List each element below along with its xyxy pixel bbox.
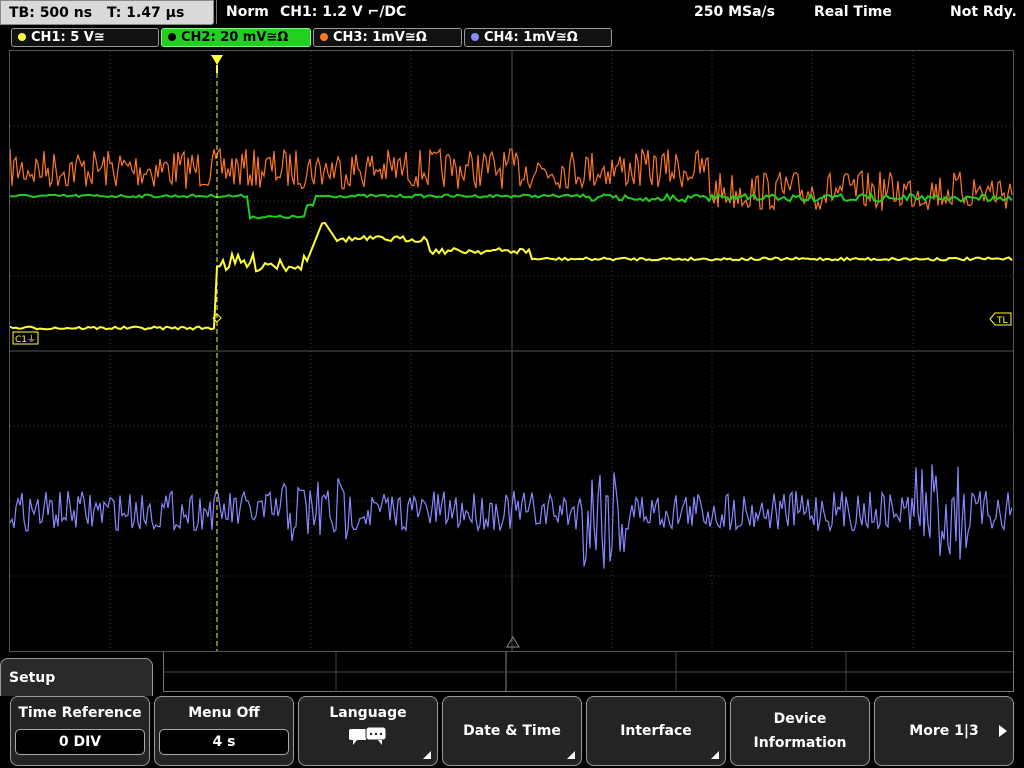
ch3-label: CH3: 1mV≅Ω	[333, 30, 427, 45]
menu-off-label: Menu Off	[188, 705, 260, 721]
interface-softkey[interactable]: Interface	[586, 696, 726, 766]
sample-rate: 250 MSa/s	[694, 4, 776, 20]
time-offset-readout: T: 1.47 µs	[106, 5, 185, 21]
channel-tab-ch4[interactable]: CH4: 1mV≅Ω	[464, 28, 612, 47]
menu-off-value: 4 s	[159, 729, 289, 755]
graticule-grid	[10, 51, 1013, 651]
mini-panel-grid	[164, 652, 1015, 692]
menu-title: Setup	[9, 670, 56, 686]
more-label: More 1|3	[909, 723, 979, 739]
acquisition-mode: Real Time	[814, 4, 892, 20]
menu-title-tab[interactable]: Setup	[0, 658, 153, 698]
language-label: Language	[329, 705, 407, 721]
channel-tab-ch3[interactable]: CH3: 1mV≅Ω	[313, 28, 462, 47]
status-bar: TB: 500 ns T: 1.47 µs Norm CH1: 1.2 V ⌐/…	[0, 0, 1024, 26]
ch4-label: CH4: 1mV≅Ω	[484, 30, 578, 45]
time-reference-softkey[interactable]: Time Reference 0 DIV	[10, 696, 150, 766]
waveform-display[interactable]: C1⏚ TL	[9, 50, 1014, 652]
ch1-ground-label: C1⏚	[15, 334, 36, 345]
submenu-indicator-icon	[567, 751, 575, 759]
trigger-mode: Norm	[226, 4, 269, 20]
menu-off-softkey[interactable]: Menu Off 4 s	[154, 696, 294, 766]
date-time-softkey[interactable]: Date & Time	[442, 696, 582, 766]
device-info-label-2: Information	[753, 735, 847, 751]
timebase-box[interactable]: TB: 500 ns T: 1.47 µs	[0, 0, 214, 25]
trigger-level-label: TL	[996, 316, 1008, 326]
ch2-waveform	[10, 191, 1013, 221]
language-softkey[interactable]: Language	[298, 696, 438, 766]
ch4-dot-icon	[471, 33, 479, 41]
more-softkey[interactable]: More 1|3	[874, 696, 1014, 766]
time-reference-value: 0 DIV	[15, 729, 145, 755]
mini-zoom-panel	[163, 652, 1015, 692]
submenu-indicator-icon	[423, 751, 431, 759]
channel-tab-ch2[interactable]: CH2: 20 mV≅Ω	[161, 28, 311, 47]
ch1-dot-icon	[18, 33, 26, 41]
time-reference-label: Time Reference	[18, 705, 142, 721]
trigger-position-marker-icon	[211, 55, 223, 65]
ch3-dot-icon	[320, 33, 328, 41]
time-reference-marker-icon	[506, 636, 520, 648]
device-information-softkey[interactable]: Device Information	[730, 696, 870, 766]
acquisition-state: Not Rdy.	[950, 4, 1017, 20]
ch1-label: CH1: 5 V≅	[31, 30, 105, 45]
device-info-label-1: Device	[773, 711, 827, 727]
ch2-label: CH2: 20 mV≅Ω	[181, 30, 289, 45]
divider	[216, 0, 217, 24]
trigger-source: CH1: 1.2 V ⌐/DC	[280, 4, 407, 20]
channel-tab-ch1[interactable]: CH1: 5 V≅	[11, 28, 159, 47]
ch2-dot-icon	[168, 33, 176, 41]
date-time-label: Date & Time	[463, 723, 561, 739]
timebase-readout: TB: 500 ns	[9, 5, 93, 21]
submenu-indicator-icon	[711, 751, 719, 759]
waveform-canvas: C1⏚ TL	[10, 51, 1013, 651]
speech-bubbles-icon	[349, 726, 387, 745]
softkey-bar: Time Reference 0 DIV Menu Off 4 s Langua…	[0, 696, 1024, 768]
ch4-waveform	[10, 464, 1013, 569]
interface-label: Interface	[620, 723, 692, 739]
next-page-arrow-icon	[999, 725, 1007, 737]
